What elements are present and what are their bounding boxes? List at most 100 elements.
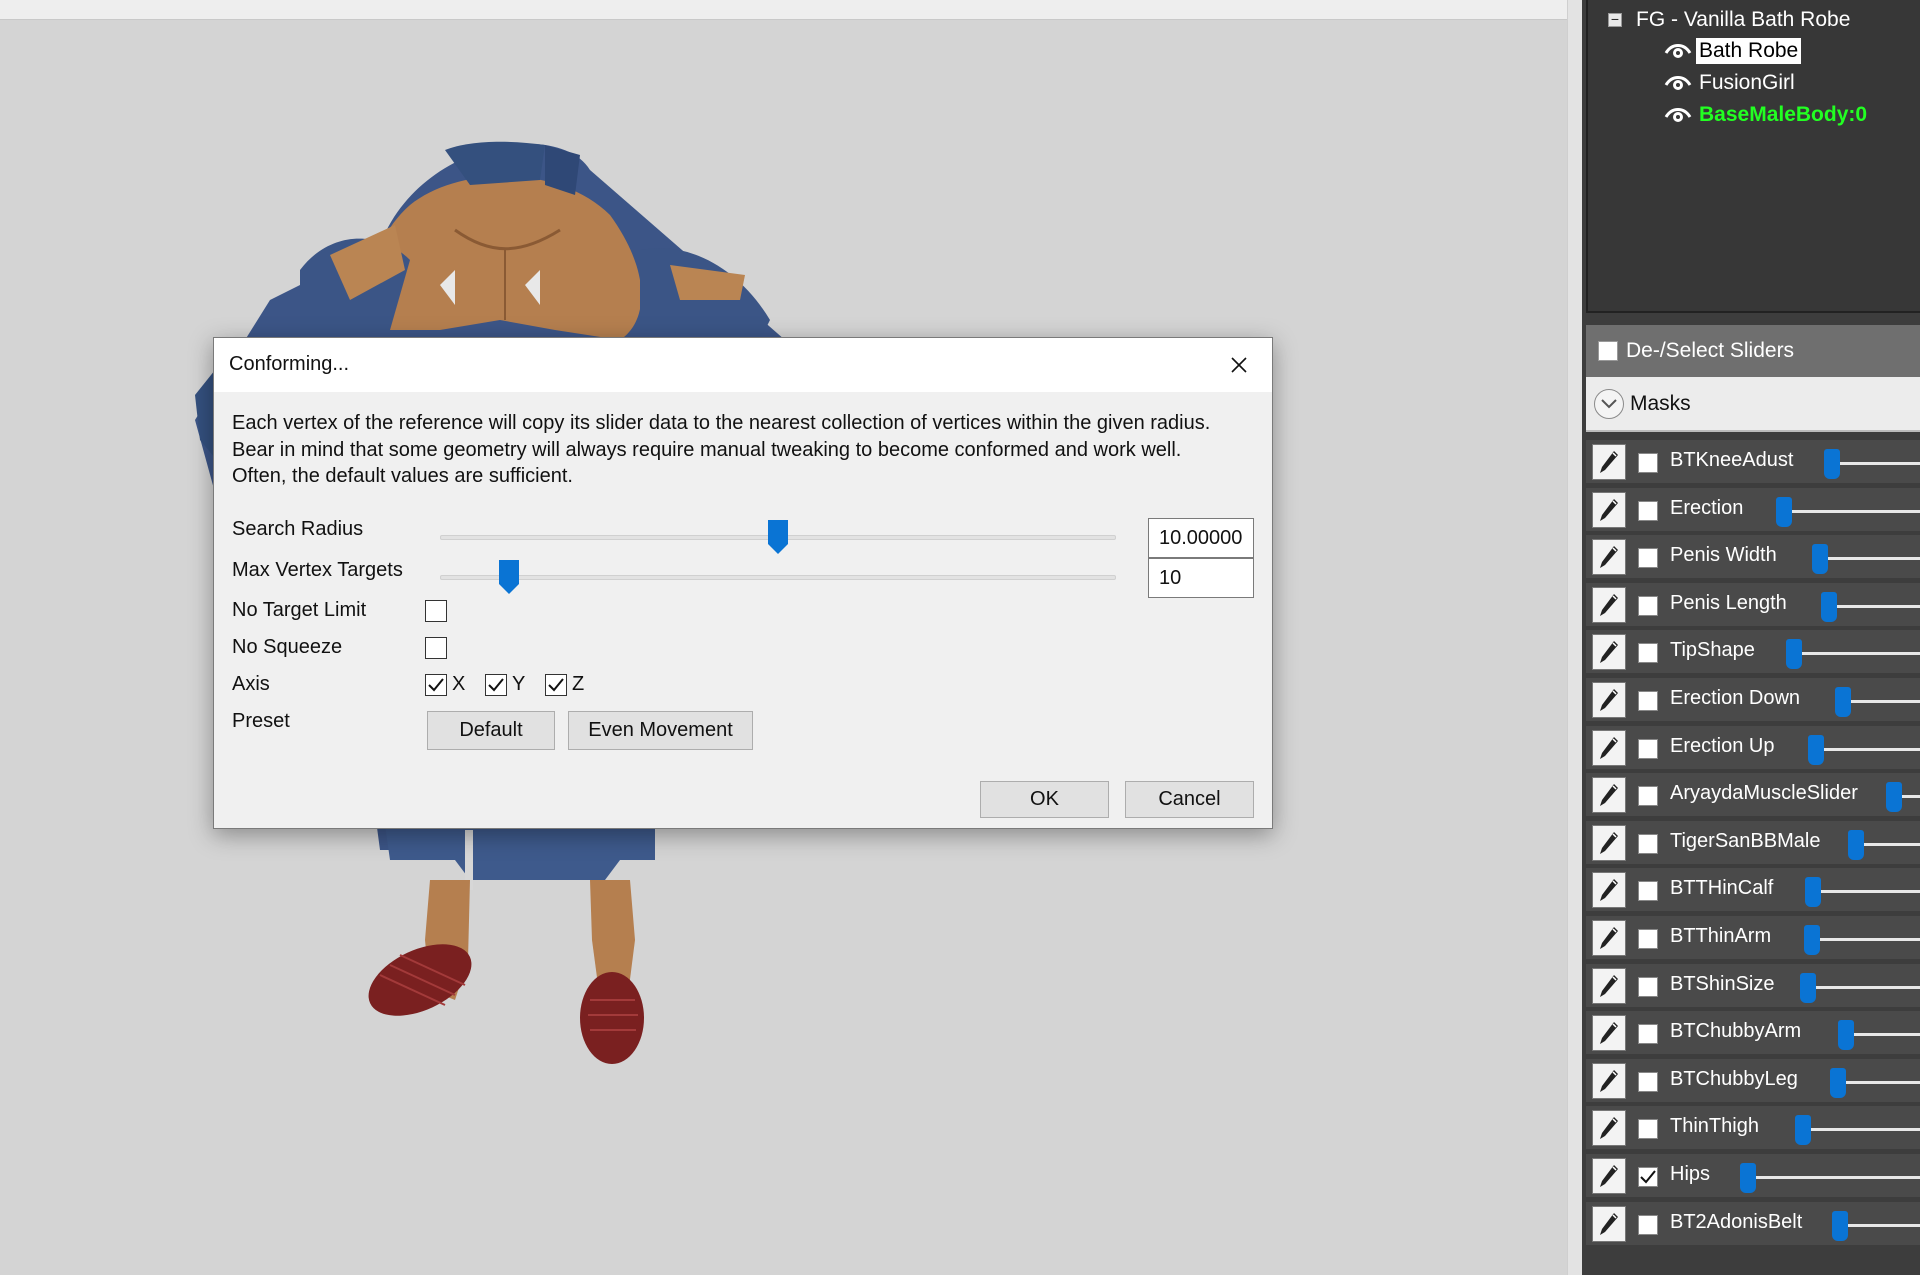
pencil-icon[interactable] [1592, 1062, 1626, 1099]
max-vertex-targets-input[interactable]: 10 [1148, 558, 1254, 598]
slider-checkbox[interactable] [1638, 453, 1658, 473]
slider-thumb[interactable] [1835, 686, 1851, 717]
slider-track[interactable] [1803, 1128, 1920, 1132]
slider-thumb[interactable] [1832, 1210, 1848, 1241]
slider-track[interactable] [1816, 747, 1920, 751]
slider-checkbox[interactable] [1638, 548, 1658, 569]
slider-thumb[interactable] [1808, 734, 1824, 765]
axis-y-checkbox[interactable] [485, 674, 507, 696]
pencil-icon[interactable] [1592, 824, 1626, 861]
slider-thumb[interactable] [1740, 1162, 1756, 1193]
slider-track[interactable] [1840, 1223, 1920, 1227]
slider-thumb[interactable] [1804, 924, 1820, 955]
slider-row[interactable]: Penis Length [1586, 581, 1920, 629]
slider-checkbox[interactable] [1638, 738, 1658, 759]
no-squeeze-checkbox[interactable] [425, 637, 447, 659]
slider-checkbox[interactable] [1638, 1214, 1658, 1235]
slider-track[interactable] [1808, 985, 1920, 989]
eye-icon[interactable] [1664, 73, 1692, 93]
pencil-icon[interactable] [1592, 681, 1626, 718]
masks-bar[interactable]: Masks [1586, 377, 1920, 432]
slider-row[interactable]: Erection Up [1586, 724, 1920, 772]
chevron-down-icon[interactable] [1594, 388, 1624, 419]
slider-row[interactable]: BTChubbyArm [1586, 1009, 1920, 1057]
panel-splitter[interactable] [1567, 0, 1582, 1275]
slider-checkbox[interactable] [1638, 1024, 1658, 1045]
slider-thumb[interactable] [1800, 972, 1816, 1003]
slider-thumb[interactable] [1830, 1067, 1846, 1098]
slider-thumb[interactable] [1805, 877, 1821, 908]
slider-checkbox[interactable] [1638, 500, 1658, 521]
slider-row[interactable]: Hips [1586, 1152, 1920, 1200]
pencil-icon[interactable] [1592, 1015, 1626, 1052]
pencil-icon[interactable] [1592, 1110, 1626, 1147]
slider-thumb[interactable] [1848, 829, 1864, 860]
slider-track[interactable] [1820, 557, 1920, 561]
slider-row[interactable]: Penis Width [1586, 533, 1920, 581]
eye-icon[interactable] [1664, 105, 1692, 125]
even-movement-button[interactable]: Even Movement [568, 711, 753, 750]
slider-track[interactable] [1784, 509, 1920, 513]
slider-row[interactable]: BT2AdonisBelt [1586, 1200, 1920, 1248]
slider-track[interactable] [1838, 1080, 1920, 1084]
cancel-button[interactable]: Cancel [1125, 781, 1254, 818]
pencil-icon[interactable] [1592, 919, 1626, 956]
slider-row[interactable]: BTThinArm [1586, 914, 1920, 962]
pencil-icon[interactable] [1592, 586, 1626, 623]
pencil-icon[interactable] [1592, 444, 1626, 480]
slider-track[interactable] [1813, 890, 1920, 894]
slider-thumb[interactable] [1812, 544, 1828, 575]
tree-item-fusiongirl[interactable]: FusionGirl [1664, 69, 1798, 97]
pencil-icon[interactable] [1592, 1157, 1626, 1194]
tree-item-basemalebody[interactable]: BaseMaleBody:0 [1664, 101, 1870, 129]
slider-checkbox[interactable] [1638, 881, 1658, 902]
slider-row[interactable]: TipShape [1586, 628, 1920, 676]
slider-thumb[interactable] [1838, 1020, 1854, 1051]
deselect-sliders-bar[interactable]: De-/Select Sliders [1586, 325, 1920, 377]
axis-x-checkbox[interactable] [425, 674, 447, 696]
slider-row[interactable]: TigerSanBBMale [1586, 819, 1920, 867]
slider-thumb[interactable] [1776, 496, 1792, 527]
pencil-icon[interactable] [1592, 872, 1626, 909]
slider-track[interactable] [1856, 842, 1920, 846]
pencil-icon[interactable] [1592, 777, 1626, 814]
slider-checkbox[interactable] [1638, 1119, 1658, 1140]
slider-track[interactable] [1829, 604, 1920, 608]
slider-row[interactable]: AryaydaMuscleSlider [1586, 771, 1920, 819]
slider-checkbox[interactable] [1638, 690, 1658, 711]
slider-row[interactable]: BTChubbyLeg [1586, 1057, 1920, 1105]
slider-checkbox[interactable] [1638, 643, 1658, 664]
slider-checkbox[interactable] [1638, 1071, 1658, 1092]
pencil-icon[interactable] [1592, 729, 1626, 766]
search-radius-thumb[interactable] [768, 520, 788, 554]
max-vertex-targets-thumb[interactable] [499, 560, 519, 594]
close-button[interactable] [1224, 350, 1254, 380]
ok-button[interactable]: OK [980, 781, 1109, 818]
slider-checkbox[interactable] [1638, 928, 1658, 949]
slider-row[interactable]: BTShinSize [1586, 962, 1920, 1010]
pencil-icon[interactable] [1592, 634, 1626, 671]
slider-row[interactable]: Erection [1586, 486, 1920, 534]
slider-checkbox[interactable] [1638, 595, 1658, 616]
slider-track[interactable] [1843, 699, 1920, 703]
slider-thumb[interactable] [1824, 449, 1840, 479]
slider-checkbox[interactable] [1638, 1166, 1658, 1187]
axis-z-checkbox[interactable] [545, 674, 567, 696]
slider-thumb[interactable] [1821, 591, 1837, 622]
pencil-icon[interactable] [1592, 1205, 1626, 1242]
deselect-sliders-checkbox[interactable] [1598, 341, 1618, 361]
pencil-icon[interactable] [1592, 539, 1626, 576]
slider-checkbox[interactable] [1638, 786, 1658, 807]
pencil-icon[interactable] [1592, 491, 1626, 528]
eye-icon[interactable] [1664, 41, 1692, 61]
slider-checkbox[interactable] [1638, 976, 1658, 997]
slider-track[interactable] [1812, 937, 1920, 941]
slider-track[interactable] [1832, 462, 1920, 465]
no-target-limit-checkbox[interactable] [425, 600, 447, 622]
slider-row[interactable]: Erection Down [1586, 676, 1920, 724]
slider-track[interactable] [1794, 652, 1920, 656]
slider-thumb[interactable] [1786, 639, 1802, 670]
slider-row[interactable]: BTKneeAdust [1586, 438, 1920, 486]
pencil-icon[interactable] [1592, 967, 1626, 1004]
slider-row[interactable]: BTTHinCalf [1586, 866, 1920, 914]
